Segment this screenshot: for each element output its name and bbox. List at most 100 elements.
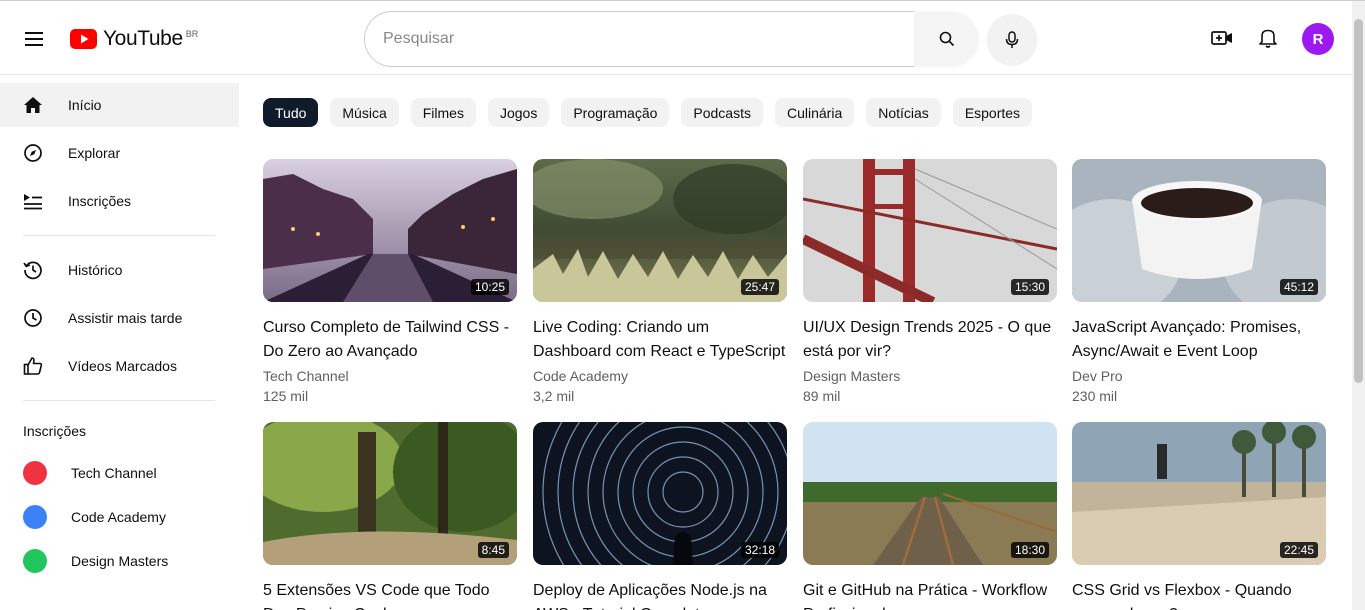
video-card[interactable]: 15:30 UI/UX Design Trends 2025 - O que e… (803, 159, 1057, 406)
create-video-button[interactable] (1209, 25, 1235, 51)
chip-noticias[interactable]: Notícias (866, 98, 941, 127)
video-duration: 32:18 (740, 542, 779, 558)
video-duration: 10:25 (470, 279, 509, 295)
category-chips: Tudo Música Filmes Jogos Programação Pod… (263, 98, 1033, 127)
sidebar-item-inscricoes[interactable]: Inscrições (0, 179, 239, 223)
sidebar-item-inicio[interactable]: Início (0, 83, 239, 127)
avatar[interactable]: R (1302, 23, 1334, 55)
chip-culinaria[interactable]: Culinária (774, 98, 855, 127)
subscription-tech-channel[interactable]: Tech Channel (0, 453, 239, 493)
video-title[interactable]: JavaScript Avançado: Promises, Async/Awa… (1072, 316, 1326, 364)
video-title[interactable]: Git e GitHub na Prática - Workflow Profi… (803, 579, 1057, 610)
video-thumbnail[interactable]: 10:25 (263, 159, 517, 302)
subscription-design-masters[interactable]: Design Masters (0, 541, 239, 581)
video-views: 125 mil (263, 388, 309, 404)
video-channel[interactable]: Tech Channel (263, 366, 517, 386)
voice-search-button[interactable] (987, 14, 1037, 66)
video-thumbnail[interactable]: 45:12 (1072, 159, 1326, 302)
sidebar-item-label: Vídeos Marcados (68, 358, 177, 374)
subscription-code-academy[interactable]: Code Academy (0, 497, 239, 537)
chip-jogos[interactable]: Jogos (487, 98, 550, 127)
logo-region: BR (185, 29, 199, 39)
chip-programacao[interactable]: Programação (561, 98, 670, 127)
chip-tudo[interactable]: Tudo (263, 98, 319, 127)
video-title[interactable]: CSS Grid vs Flexbox - Quando usar cada u… (1072, 579, 1326, 610)
sidebar-item-assistir-mais-tarde[interactable]: Assistir mais tarde (0, 296, 239, 340)
sidebar-item-label: Início (68, 97, 102, 113)
channel-name: Tech Channel (71, 465, 157, 481)
video-duration: 25:47 (740, 279, 779, 295)
clock-icon (22, 307, 44, 329)
microphone-icon (1005, 31, 1019, 48)
video-title[interactable]: 5 Extensões VS Code que Todo Dev Precisa… (263, 579, 517, 610)
chip-filmes[interactable]: Filmes (410, 98, 476, 127)
video-title[interactable]: Curso Completo de Tailwind CSS - Do Zero… (263, 316, 517, 364)
sidebar-item-videos-marcados[interactable]: Vídeos Marcados (0, 344, 239, 388)
thumbs-up-icon (22, 355, 44, 377)
sidebar-divider (23, 400, 215, 401)
chip-esportes[interactable]: Esportes (952, 98, 1033, 127)
scrollbar-thumb[interactable] (1354, 19, 1363, 383)
video-thumbnail[interactable]: 18:30 (803, 422, 1057, 565)
video-card[interactable]: 25:47 Live Coding: Criando um Dashboard … (533, 159, 787, 406)
video-card[interactable]: 22:45 CSS Grid vs Flexbox - Quando usar … (1072, 422, 1326, 610)
video-duration: 18:30 (1010, 542, 1049, 558)
video-duration: 15:30 (1010, 279, 1049, 295)
video-title[interactable]: Deploy de Aplicações Node.js na AWS - Tu… (533, 579, 787, 610)
notifications-button[interactable] (1255, 25, 1281, 51)
video-views: 89 mil (803, 388, 841, 404)
video-duration: 8:45 (477, 542, 509, 558)
video-card[interactable]: 8:45 5 Extensões VS Code que Todo Dev Pr… (263, 422, 517, 610)
video-title[interactable]: UI/UX Design Trends 2025 - O que está po… (803, 316, 1057, 364)
video-thumbnail[interactable]: 15:30 (803, 159, 1057, 302)
sidebar-item-historico[interactable]: Histórico (0, 248, 239, 292)
video-thumbnail[interactable]: 22:45 (1072, 422, 1326, 565)
search-button[interactable] (914, 11, 979, 67)
subscriptions-icon (22, 190, 44, 212)
video-channel[interactable]: Code Academy (533, 366, 787, 386)
video-title[interactable]: Live Coding: Criando um Dashboard com Re… (533, 316, 787, 364)
page-scrollbar[interactable] (1352, 1, 1365, 610)
video-thumbnail[interactable]: 25:47 (533, 159, 787, 302)
video-card[interactable]: 18:30 Git e GitHub na Prática - Workflow… (803, 422, 1057, 610)
video-thumbnail[interactable]: 32:18 (533, 422, 787, 565)
sidebar: Início Explorar Inscrições Histórico Ass… (0, 76, 239, 610)
sidebar-item-label: Explorar (68, 145, 121, 161)
search-input[interactable] (383, 30, 914, 48)
channel-name: Design Masters (71, 553, 169, 569)
logo-text: YouTube (103, 27, 183, 50)
bell-icon (1259, 29, 1277, 48)
video-card[interactable]: 45:12 JavaScript Avançado: Promises, Asy… (1072, 159, 1326, 406)
video-duration: 22:45 (1279, 542, 1318, 558)
history-icon (22, 259, 44, 281)
channel-avatar (23, 461, 47, 485)
top-bar: YouTube BR R (0, 1, 1352, 75)
subscriptions-heading: Inscrições (23, 423, 87, 439)
video-channel[interactable]: Dev Pro (1072, 366, 1326, 386)
video-views: 3,2 mil (533, 388, 575, 404)
video-card[interactable]: 10:25 Curso Completo de Tailwind CSS - D… (263, 159, 517, 406)
chip-musica[interactable]: Música (330, 98, 399, 127)
video-thumbnail[interactable]: 8:45 (263, 422, 517, 565)
youtube-play-icon (70, 29, 97, 49)
menu-button[interactable] (19, 24, 49, 54)
youtube-logo[interactable]: YouTube BR (70, 27, 198, 51)
sidebar-divider (23, 235, 215, 236)
video-camera-plus-icon (1211, 31, 1232, 45)
video-channel[interactable]: Design Masters (803, 366, 1057, 386)
hamburger-icon (25, 32, 43, 46)
video-duration: 45:12 (1279, 279, 1318, 295)
search-icon (939, 31, 954, 47)
video-views: 230 mil (1072, 388, 1118, 404)
channel-avatar (23, 505, 47, 529)
search-box (364, 11, 915, 67)
sidebar-item-explorar[interactable]: Explorar (0, 131, 239, 175)
sidebar-item-label: Inscrições (68, 193, 132, 209)
home-icon (22, 94, 44, 116)
chip-podcasts[interactable]: Podcasts (681, 98, 763, 127)
channel-name: Code Academy (71, 509, 166, 525)
page: YouTube BR R Início Explorar (0, 0, 1365, 610)
sidebar-item-label: Histórico (68, 262, 123, 278)
sidebar-item-label: Assistir mais tarde (68, 310, 183, 326)
video-card[interactable]: 32:18 Deploy de Aplicações Node.js na AW… (533, 422, 787, 610)
